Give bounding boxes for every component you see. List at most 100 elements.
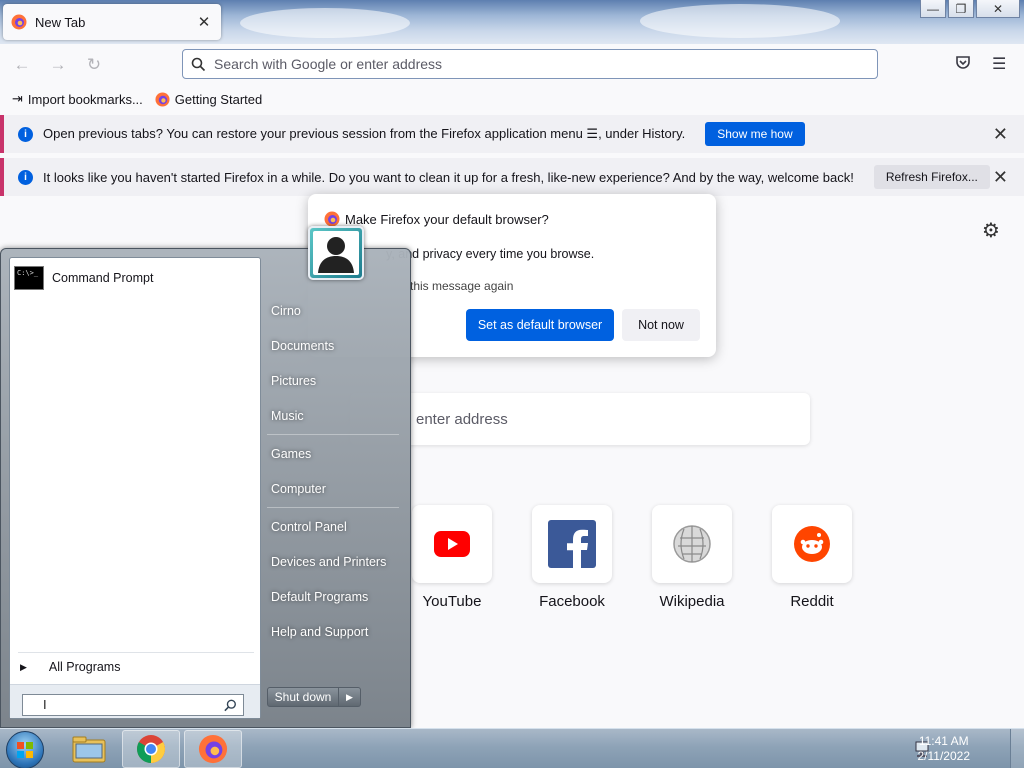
- dialog-body-text: y, and privacy every time you browse.: [386, 247, 595, 261]
- close-window-button[interactable]: ✕: [976, 0, 1020, 18]
- tile-wikipedia[interactable]: Wikipedia: [652, 505, 732, 610]
- reddit-icon: [794, 526, 830, 562]
- start-item-games[interactable]: Games: [271, 447, 311, 461]
- triangle-right-icon: ▶: [20, 661, 27, 672]
- tab-title: New Tab: [35, 14, 86, 30]
- newtab-search-box[interactable]: enter address: [350, 393, 810, 445]
- shutdown-options-arrow-icon[interactable]: ▶: [339, 687, 361, 707]
- user-silhouette-icon: [318, 237, 354, 273]
- bookmark-label: Getting Started: [174, 91, 263, 107]
- info-icon: i: [18, 169, 33, 185]
- start-item-pictures[interactable]: Pictures: [271, 374, 316, 388]
- divider: [267, 507, 399, 508]
- start-item-devices-printers[interactable]: Devices and Printers: [271, 555, 386, 569]
- search-icon: [224, 699, 236, 711]
- tile-facebook[interactable]: Facebook: [532, 505, 612, 610]
- bookmark-label: Import bookmarks...: [27, 91, 143, 107]
- close-icon[interactable]: ✕: [993, 167, 1008, 188]
- start-button[interactable]: [6, 731, 44, 768]
- show-me-how-button[interactable]: Show me how: [705, 122, 805, 146]
- user-account-picture[interactable]: [308, 226, 364, 280]
- all-programs-label: All Programs: [48, 660, 121, 674]
- taskbar-chrome[interactable]: [122, 730, 180, 768]
- forward-arrow-icon[interactable]: →: [40, 55, 76, 75]
- start-item-help-support[interactable]: Help and Support: [271, 625, 368, 639]
- taskbar-explorer[interactable]: [60, 730, 118, 768]
- all-programs-link[interactable]: ▶ All Programs: [20, 660, 120, 674]
- browser-titlebar: New Tab ✕ — ❐ ✕: [0, 0, 1024, 44]
- chrome-icon: [137, 735, 165, 763]
- info-icon: i: [18, 126, 33, 142]
- tile-youtube[interactable]: YouTube: [412, 505, 492, 610]
- refresh-firefox-button[interactable]: Refresh Firefox...: [873, 165, 990, 189]
- window-controls: — ❐ ✕: [918, 0, 1020, 18]
- navigation-toolbar: ← → ↻ Search with Google or enter addres…: [0, 44, 1024, 86]
- start-item-computer[interactable]: Computer: [271, 482, 326, 496]
- system-clock[interactable]: 11:41 AM 2/11/2022: [918, 734, 971, 764]
- tile-label: YouTube: [422, 593, 482, 610]
- search-icon: [191, 57, 206, 71]
- dont-show-again-checkbox-label[interactable]: this message again: [410, 279, 513, 293]
- taskbar: 11:41 AM 2/11/2022: [0, 728, 1024, 768]
- start-item-default-programs[interactable]: Default Programs: [271, 590, 368, 604]
- command-prompt-icon: C:\>_: [14, 266, 44, 290]
- start-item-music[interactable]: Music: [271, 409, 304, 423]
- notification-text: Open previous tabs? You can restore your…: [43, 126, 686, 141]
- windows-logo-icon: [17, 742, 33, 758]
- shutdown-button[interactable]: Shut down: [267, 687, 339, 707]
- restore-button[interactable]: ❐: [948, 0, 974, 18]
- program-command-prompt[interactable]: C:\>_ Command Prompt: [14, 264, 256, 292]
- background-cloud: [640, 4, 840, 38]
- divider: [18, 652, 254, 653]
- background-cloud: [240, 8, 410, 38]
- wikipedia-icon: [673, 525, 711, 563]
- url-bar[interactable]: Search with Google or enter address: [182, 49, 878, 79]
- firefox-icon: [198, 734, 228, 764]
- folder-icon: [72, 736, 106, 763]
- start-item-cirno[interactable]: Cirno: [271, 304, 301, 318]
- minimize-button[interactable]: —: [920, 0, 946, 18]
- youtube-icon: [434, 531, 470, 557]
- notification-text: It looks like you haven't started Firefo…: [43, 169, 854, 185]
- tile-box: [532, 505, 612, 583]
- start-item-control-panel[interactable]: Control Panel: [271, 520, 347, 534]
- notification-restore-session: i Open previous tabs? You can restore yo…: [0, 115, 1024, 153]
- firefox-icon: [324, 211, 340, 227]
- start-search-input[interactable]: I: [22, 694, 244, 716]
- tile-label: Facebook: [539, 593, 605, 610]
- bookmarks-toolbar: ⇥ Import bookmarks... Getting Started: [0, 86, 1024, 112]
- tab-new-tab[interactable]: New Tab ✕: [3, 4, 221, 40]
- clock-date: 2/11/2022: [917, 749, 971, 763]
- tile-label: Wikipedia: [659, 593, 725, 610]
- firefox-icon: [155, 91, 170, 107]
- divider: [267, 434, 399, 435]
- show-desktop-button[interactable]: [1010, 729, 1024, 768]
- taskbar-firefox[interactable]: [184, 730, 242, 768]
- firefox-icon: [11, 14, 27, 30]
- reload-icon[interactable]: ↻: [76, 55, 112, 75]
- not-now-button[interactable]: Not now: [622, 309, 700, 341]
- close-tab-icon[interactable]: ✕: [195, 13, 213, 31]
- shutdown-control: Shut down ▶: [267, 687, 361, 709]
- bookmark-getting-started[interactable]: Getting Started: [155, 92, 262, 107]
- close-icon[interactable]: ✕: [993, 124, 1008, 145]
- start-menu: C:\>_ Command Prompt ▶ All Programs I Ci…: [0, 248, 411, 728]
- notification-refresh-firefox: i It looks like you haven't started Fire…: [0, 158, 1024, 196]
- tile-box: [652, 505, 732, 583]
- hamburger-menu-icon[interactable]: ☰: [992, 54, 1006, 74]
- avatar: [313, 231, 359, 275]
- start-menu-programs-pane: C:\>_ Command Prompt ▶ All Programs I: [9, 257, 261, 719]
- tile-reddit[interactable]: Reddit: [772, 505, 852, 610]
- back-arrow-icon[interactable]: ←: [4, 55, 40, 75]
- tile-label: Reddit: [790, 593, 834, 610]
- facebook-icon: [548, 520, 596, 568]
- clock-time: 11:41 AM: [918, 734, 969, 748]
- dialog-title-text: Make Firefox your default browser?: [345, 211, 549, 227]
- start-item-documents[interactable]: Documents: [271, 339, 334, 353]
- tile-box: [412, 505, 492, 583]
- gear-icon[interactable]: ⚙: [982, 218, 1000, 243]
- dialog-title: Make Firefox your default browser?: [324, 211, 549, 227]
- bookmark-import[interactable]: ⇥ Import bookmarks...: [12, 91, 143, 107]
- set-default-browser-button[interactable]: Set as default browser: [466, 309, 614, 341]
- pocket-icon[interactable]: [955, 54, 971, 70]
